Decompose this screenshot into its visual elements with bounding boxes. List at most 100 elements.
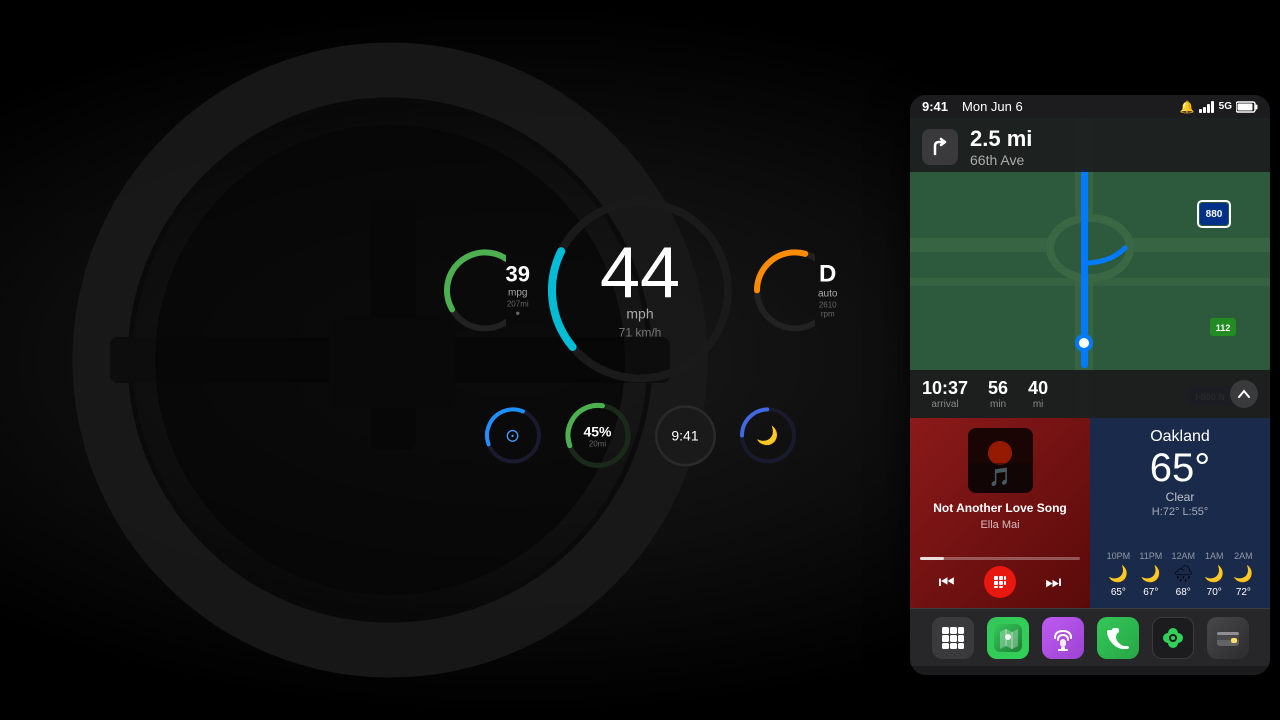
forecast-temp-2: 68°: [1176, 587, 1191, 598]
prev-track-button[interactable]: ⏮: [931, 566, 963, 598]
app-dock: [910, 608, 1270, 666]
gear-value: D: [815, 262, 840, 286]
phone-icon: [1105, 625, 1131, 651]
music-title: Not Another Love Song: [920, 501, 1080, 517]
gauges-top-row: 39 mpg 207mi ● 44 mph 71 km/h: [440, 190, 840, 390]
dock-grid-menu[interactable]: [932, 617, 974, 659]
nav-distance-info: 2.5 mi 66th Ave: [970, 126, 1032, 168]
forecast-icon-0: 🌙: [1108, 564, 1128, 584]
weather-forecast: 10PM 🌙 65° 11PM 🌙 67° 12AM 🌧 68° 1AM 🌙: [1102, 543, 1258, 598]
gauges-bottom-row: ⊙ 45% 20mi 9:41: [483, 400, 798, 470]
weather-condition: Clear: [1102, 490, 1258, 504]
forecast-temp-4: 72°: [1236, 587, 1251, 598]
maps-icon: [994, 624, 1022, 652]
clover-icon: [1160, 625, 1186, 651]
mpg-unit: mpg: [506, 287, 530, 298]
mpg-sub: 207mi ●: [506, 299, 530, 317]
forecast-temp-3: 70°: [1207, 587, 1222, 598]
music-controls: ⏮ ⏭: [920, 566, 1080, 598]
nav-info-bar: 10:37 arrival 56 min 40 mi: [910, 370, 1270, 418]
speed-kmh: 71 km/h: [600, 326, 680, 340]
dock-wallet-icon[interactable]: [1207, 617, 1249, 659]
battery-gauge: 45% 20mi: [563, 400, 633, 470]
time-gauge: 9:41: [653, 403, 718, 468]
carplay-panel: 9:41 Mon Jun 6 🔔 5G: [910, 95, 1270, 675]
speed-gauge: 44 mph 71 km/h: [540, 190, 740, 390]
forecast-item-2: 12AM 🌧 68°: [1171, 551, 1195, 598]
speed-value: 44: [600, 241, 680, 306]
dock-clover-icon[interactable]: [1152, 617, 1194, 659]
forecast-time-4: 2AM: [1234, 551, 1253, 561]
mpg-gauge-ring: [440, 245, 506, 335]
nav-distance: 2.5 mi: [970, 126, 1032, 152]
music-progress-fill: [920, 557, 944, 560]
minutes-label: min: [988, 399, 1008, 410]
miles-label: mi: [1028, 399, 1048, 410]
battery-pct: 45%: [583, 423, 611, 439]
svg-text:🎵: 🎵: [988, 467, 1010, 487]
gear-gauge-ring: [750, 245, 815, 335]
signal-icon: [1199, 101, 1215, 113]
forecast-icon-2: 🌧: [1173, 564, 1193, 584]
nav-scroll-up[interactable]: [1230, 380, 1258, 408]
music-info: Not Another Love Song Ella Mai: [920, 501, 1080, 551]
weather-gauge: 🌙: [738, 405, 798, 465]
svg-text:880: 880: [1206, 209, 1223, 220]
status-icons: 🔔 5G: [1180, 100, 1258, 114]
weather-city: Oakland: [1102, 428, 1258, 446]
gear-gauge: D auto 2610 rpm: [750, 245, 840, 335]
play-pause-button[interactable]: [984, 566, 1016, 598]
podcasts-icon: [1050, 625, 1076, 651]
battery-sub: 20mi: [583, 439, 611, 448]
map-background: 880 112 I-880 N 2.5 mi: [910, 118, 1270, 418]
steering-assist-gauge: ⊙: [483, 405, 543, 465]
gear-label: D auto 2610 rpm: [815, 262, 840, 318]
minutes-value: 56: [988, 378, 1008, 399]
miles-value: 40: [1028, 378, 1048, 399]
turn-arrow: [922, 129, 958, 165]
forecast-time-0: 10PM: [1107, 551, 1131, 561]
weather-icon: 🌙: [756, 425, 778, 446]
album-art-image: 🎵: [968, 428, 1033, 493]
mpg-gauge: 39 mpg 207mi ●: [440, 245, 530, 335]
notification-icon: 🔔: [1180, 100, 1195, 114]
weather-hilo: H:72° L:55°: [1102, 506, 1258, 518]
next-track-button[interactable]: ⏭: [1037, 566, 1069, 598]
gear-rpm: 2610 rpm: [815, 300, 840, 318]
album-art: 🎵: [968, 428, 1033, 493]
weather-temp: 65°: [1102, 446, 1258, 490]
album-art-svg: 🎵: [968, 428, 1033, 493]
gauge-cluster: 39 mpg 207mi ● 44 mph 71 km/h: [370, 190, 910, 510]
forecast-item-1: 11PM 🌙 67°: [1139, 551, 1162, 598]
svg-text:112: 112: [1216, 323, 1231, 333]
mpg-value: 39: [506, 263, 530, 285]
nav-stats: 10:37 arrival 56 min 40 mi: [922, 378, 1048, 410]
dock-phone-icon[interactable]: [1097, 617, 1139, 659]
music-progress-bar[interactable]: [920, 557, 1080, 560]
steering-icon: ⊙: [505, 425, 520, 446]
arrival-time: 10:37: [922, 378, 968, 399]
status-bar: 9:41 Mon Jun 6 🔔 5G: [910, 95, 1270, 118]
turn-right-icon: [929, 136, 951, 158]
forecast-item-0: 10PM 🌙 65°: [1107, 551, 1131, 598]
arrival-label: arrival: [922, 399, 968, 410]
dock-podcasts-icon[interactable]: [1042, 617, 1084, 659]
network-type: 5G: [1219, 101, 1232, 112]
minutes-stat: 56 min: [988, 378, 1008, 410]
mpg-label: 39 mpg 207mi ●: [506, 263, 530, 317]
status-date: Mon Jun 6: [962, 99, 1023, 114]
music-artist: Ella Mai: [920, 519, 1080, 531]
forecast-temp-1: 67°: [1143, 587, 1158, 598]
status-time: 9:41: [922, 99, 948, 114]
forecast-icon-1: 🌙: [1141, 564, 1161, 584]
forecast-icon-4: 🌙: [1233, 564, 1253, 584]
grid-menu-icon: [940, 625, 966, 651]
music-widget[interactable]: 🎵 Not Another Love Song Ella Mai ⏮: [910, 418, 1090, 608]
dashboard-time: 9:41: [671, 427, 698, 443]
forecast-time-3: 1AM: [1205, 551, 1224, 561]
gear-auto: auto: [815, 288, 840, 299]
weather-widget: Oakland 65° Clear H:72° L:55° 10PM 🌙 65°…: [1090, 418, 1270, 608]
navigation-widget[interactable]: 880 112 I-880 N 2.5 mi: [910, 118, 1270, 418]
chevron-up-icon: [1237, 387, 1251, 401]
dock-maps-icon[interactable]: [987, 617, 1029, 659]
